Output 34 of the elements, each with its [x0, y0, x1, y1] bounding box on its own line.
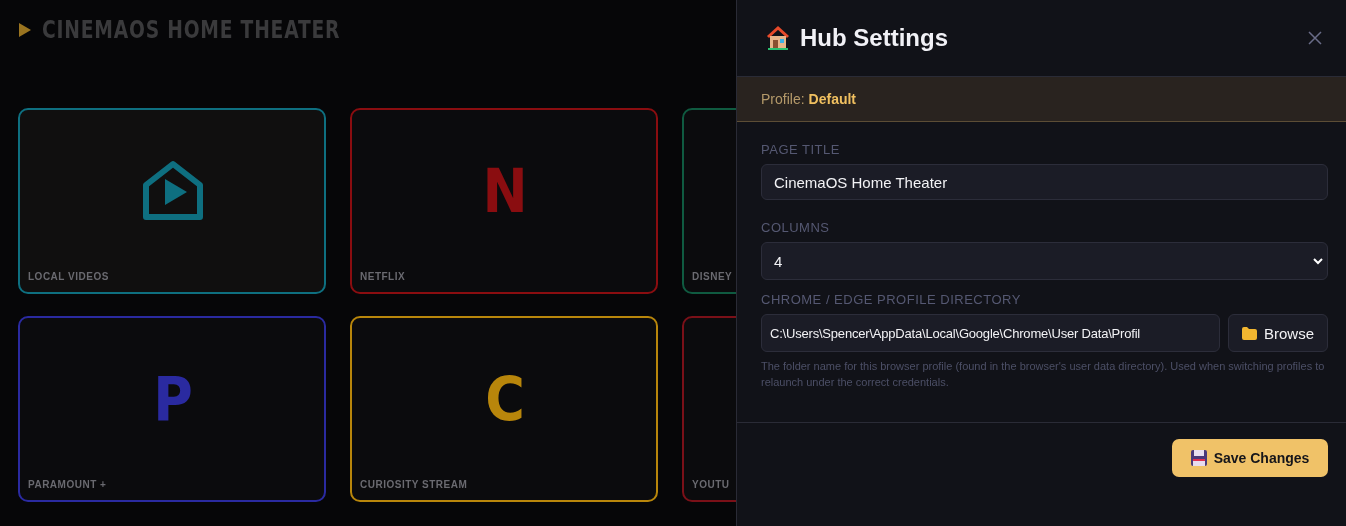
close-button[interactable] [1308, 31, 1322, 45]
service-tile[interactable]: LOCAL VIDEOS [18, 108, 326, 294]
profile-name: Default [808, 91, 857, 107]
select-field[interactable]: 4 [761, 242, 1328, 280]
house-icon [765, 25, 791, 51]
profile-label: Profile: [761, 91, 805, 107]
play-icon [18, 22, 32, 38]
folder-icon [1242, 326, 1257, 340]
hint-text: The folder name for this browser profile (found in the browser's user data directory). Used when switching profiles to relaunch under the correct credentials. [761, 359, 1326, 390]
logo-letter: P [153, 363, 193, 434]
tile-label: YOUTU [691, 479, 731, 492]
field-label: CHROME / EDGE PROFILE DIRECTORY [761, 292, 1022, 307]
tile-label: CURIOSITY STREAM [359, 479, 469, 492]
close-icon [1308, 31, 1322, 45]
path-field[interactable]: C:\Users\Spencer\AppData\Local\Google\Chrome\User Data\Profil [761, 314, 1220, 352]
service-tile[interactable]: N NETFLIX [350, 108, 658, 294]
field-label: COLUMNS [761, 220, 831, 235]
house-play-icon [140, 158, 206, 223]
service-tile[interactable]: P PARAMOUNT + [18, 316, 326, 502]
panel-title: Hub Settings [800, 24, 948, 52]
text-field[interactable]: CinemaOS Home Theater [761, 164, 1328, 200]
browse-button[interactable]: Browse [1228, 314, 1328, 352]
logo-letter: C [485, 363, 525, 434]
tile-label: PARAMOUNT + [27, 479, 108, 492]
tile-label: NETFLIX [359, 271, 407, 284]
tile-label: DISNEY [691, 271, 734, 284]
service-tile[interactable]: DISNEY [682, 108, 736, 294]
tile-label: LOCAL VIDEOS [27, 271, 110, 284]
service-tile[interactable]: YOUTU [682, 316, 736, 502]
save-button[interactable]: Save Changes [1172, 439, 1328, 477]
field-label: PAGE TITLE [761, 142, 841, 157]
service-tile[interactable]: C CURIOSITY STREAM [350, 316, 658, 502]
chevron-down-icon [1313, 257, 1323, 265]
logo-letter: N [482, 155, 528, 226]
